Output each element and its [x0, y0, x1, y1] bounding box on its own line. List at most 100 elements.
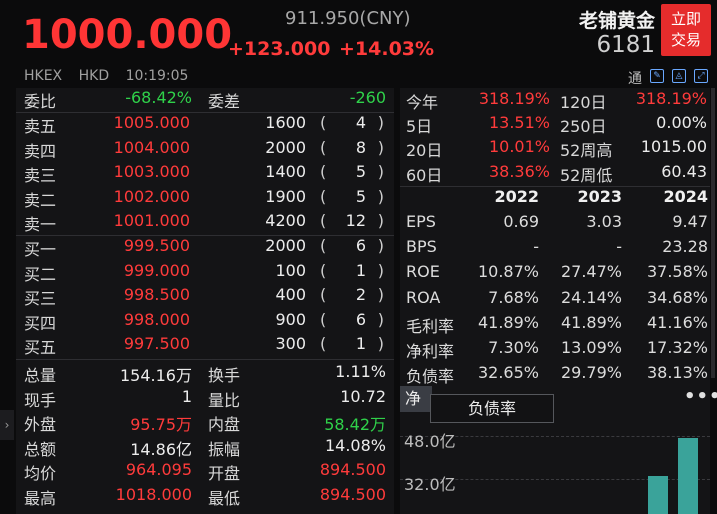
period-label: 60日	[406, 165, 443, 185]
metric-value: 41.89%	[560, 312, 622, 332]
financial-metric-row: ROE 10.87% 27.47% 37.58%	[400, 262, 710, 287]
paren-close: )	[377, 334, 384, 353]
stock-name: 老铺黄金	[578, 10, 655, 32]
paren-open: (	[320, 162, 327, 181]
period-label: 5日	[406, 117, 433, 137]
year-header: 2023	[577, 187, 622, 206]
metric-value: 32.65%	[477, 363, 539, 383]
stat-label: 总量	[24, 366, 57, 385]
collapse-handle[interactable]: ›	[0, 410, 14, 440]
period-return: 38.36%	[488, 161, 550, 181]
stat-value: 894.500	[319, 485, 386, 504]
exchange-label: HKEX	[24, 68, 63, 84]
reference-price-cny: 911.950(CNY)	[285, 8, 411, 29]
metric-value: 34.68%	[646, 287, 708, 307]
stat-value: 964.095	[125, 460, 192, 480]
stat-value: 58.42万	[324, 415, 386, 435]
scrollbar[interactable]	[711, 88, 715, 378]
metric-name: 负债率	[406, 367, 455, 387]
metric-value: 0.69	[503, 212, 539, 231]
tooltip: 负债率	[430, 394, 554, 423]
period-return: 318.19%	[478, 89, 550, 108]
bid-level-row[interactable]: 买五 997.500 300 (1)	[16, 334, 394, 358]
ask-level-row[interactable]: 卖四 1004.000 2000 (8)	[16, 138, 394, 162]
bid-price: 998.000	[123, 309, 190, 329]
stat-row: 总量 154.16万 换手 1.11%	[16, 362, 394, 386]
ask-level-row[interactable]: 卖一 1001.000 4200 (12)	[16, 211, 394, 235]
paren-close: )	[377, 260, 384, 280]
bid-qty: 2000	[265, 236, 306, 255]
performance-row: 5日 13.51% 250日 0.00%	[400, 113, 710, 137]
ask-level-row[interactable]: 卖三 1003.000 1400 (5)	[16, 162, 394, 186]
ask-level-row[interactable]: 卖五 1005.000 1600 (4)	[16, 113, 394, 137]
paren-open: (	[320, 113, 327, 132]
financials-header-row: 2022 2023 2024	[400, 187, 710, 212]
metric-value: 9.47	[672, 212, 708, 231]
stat-label: 内盘	[208, 415, 241, 435]
year-header: 2022	[494, 187, 539, 206]
chart-bar	[648, 476, 668, 514]
ask-level-row[interactable]: 卖二 1002.000 1900 (5)	[16, 187, 394, 211]
ask-order-count: 5	[355, 162, 366, 181]
stat-label: 现手	[24, 390, 57, 410]
bid-level-label: 买四	[24, 313, 57, 333]
more-icon[interactable]: •••	[684, 386, 717, 407]
bid-level-row[interactable]: 买一 999.500 2000 (6)	[16, 236, 394, 260]
bid-level-label: 买五	[24, 338, 57, 357]
paren-close: )	[377, 236, 384, 255]
metric-value: 38.13%	[646, 363, 708, 383]
chart-bar	[678, 438, 698, 514]
metric-value: -	[616, 237, 622, 257]
order-ratio-label: 委比	[24, 92, 57, 111]
trade-now-button[interactable]: 立即 交易	[661, 4, 711, 56]
paren-open: (	[320, 285, 327, 304]
edit-icon[interactable]: ✎	[650, 69, 664, 83]
expand-icon[interactable]: ⤢	[694, 69, 708, 83]
ask-level-label: 卖一	[24, 215, 57, 234]
stat-label: 均价	[24, 464, 57, 484]
bid-order-count: 6	[355, 309, 366, 329]
bid-price: 998.500	[123, 285, 190, 304]
bid-level-row[interactable]: 买二 999.000 100 (1)	[16, 261, 394, 285]
metric-value: 13.09%	[560, 338, 622, 357]
period-label: 52周低	[560, 165, 613, 185]
financial-metric-row: 毛利率 41.89% 41.89% 41.16%	[400, 313, 710, 338]
stat-value: 95.75万	[130, 415, 192, 435]
trade-button-line2: 交易	[670, 31, 701, 49]
paren-close: )	[377, 186, 384, 206]
metric-value: 7.68%	[488, 287, 539, 307]
financial-metric-row: EPS 0.69 3.03 9.47	[400, 212, 710, 237]
paren-close: )	[377, 137, 384, 157]
stat-row: 外盘 95.75万 内盘 58.42万	[16, 411, 394, 435]
stat-label: 外盘	[24, 415, 57, 435]
period-return: 0.00%	[656, 113, 707, 133]
metric-value: -	[533, 237, 539, 257]
paren-open: (	[320, 260, 327, 280]
bid-level-row[interactable]: 买三 998.500 400 (2)	[16, 285, 394, 309]
bid-order-count: 2	[355, 285, 366, 304]
metric-value: 7.30%	[488, 338, 539, 357]
paren-open: (	[320, 211, 327, 230]
bid-qty: 100	[275, 260, 306, 280]
metric-name: ROA	[406, 287, 441, 307]
stat-label: 最低	[208, 489, 241, 508]
bid-level-label: 买一	[24, 240, 57, 259]
bell-icon[interactable]: ◬	[672, 69, 686, 83]
period-label: 250日	[560, 117, 607, 137]
period-label: 120日	[560, 93, 607, 112]
chart-tab-active[interactable]: 净	[400, 386, 432, 412]
period-return: 60.43	[661, 161, 707, 181]
trade-button-line1: 立即	[670, 10, 701, 28]
stat-row: 均价 964.095 开盘 894.500	[16, 460, 394, 484]
ask-order-count: 8	[355, 137, 366, 157]
metric-value: 17.32%	[646, 338, 708, 357]
price-change: +123.000	[228, 38, 331, 60]
metric-value: 10.87%	[477, 262, 539, 282]
bid-level-row[interactable]: 买四 998.000 900 (6)	[16, 310, 394, 334]
period-label: 20日	[406, 141, 443, 161]
ask-level-label: 卖三	[24, 166, 57, 185]
market-meta: HKEX HKD 10:19:05	[24, 68, 200, 84]
financial-bar-chart: 48.0亿 32.0亿	[400, 412, 710, 514]
bid-order-count: 1	[355, 260, 366, 280]
stat-value: 14.86亿	[130, 439, 192, 459]
